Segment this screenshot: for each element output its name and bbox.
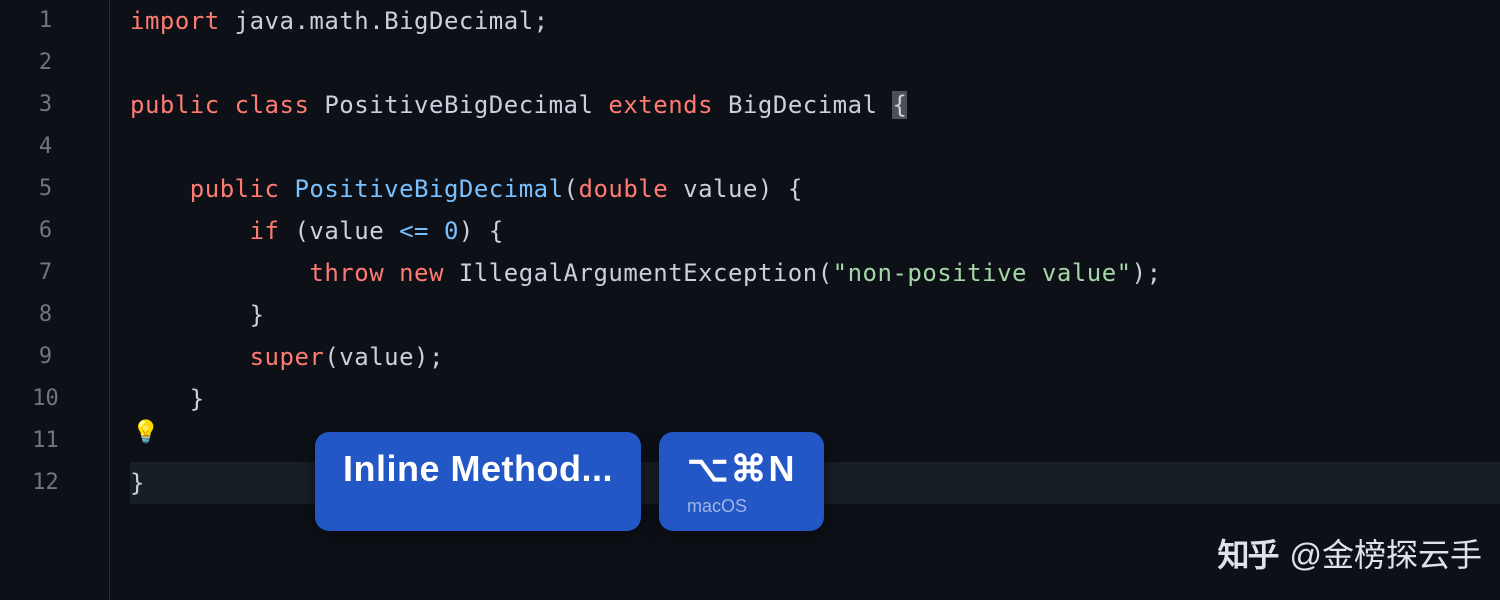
line-number: 9 [0,336,109,378]
intention-popup: Inline Method... ⌥⌘N macOS [315,432,824,531]
code-line-10[interactable]: } [130,378,1500,420]
zhihu-logo: 知乎 [1217,530,1277,576]
watermark-author: @金榜探云手 [1290,530,1483,576]
code-editor[interactable]: 1 2 3 4 5 6 7 8 9 10 11 12 import java.m… [0,0,1500,600]
intention-action-label: Inline Method... [343,448,613,490]
line-number: 3 [0,84,109,126]
line-number: 11 [0,420,109,462]
code-line-9[interactable]: super(value); [130,336,1500,378]
shortcut-badge: ⌥⌘N macOS [659,432,824,531]
code-line-2[interactable] [130,42,1500,84]
cursor: { [892,91,907,119]
shortcut-platform: macOS [687,496,796,517]
line-number: 5 [0,168,109,210]
intention-action-button[interactable]: Inline Method... [315,432,641,531]
line-number: 2 [0,42,109,84]
code-line-1[interactable]: import java.math.BigDecimal; [130,0,1500,42]
line-number: 10 [0,378,109,420]
code-body[interactable]: import java.math.BigDecimal; public clas… [110,0,1500,600]
line-number: 6 [0,210,109,252]
line-number: 1 [0,0,109,42]
line-number: 4 [0,126,109,168]
code-line-3[interactable]: public class PositiveBigDecimal extends … [130,84,1500,126]
code-line-6[interactable]: if (value <= 0) { [130,210,1500,252]
line-number-gutter: 1 2 3 4 5 6 7 8 9 10 11 12 [0,0,110,600]
code-line-5[interactable]: public PositiveBigDecimal(double value) … [130,168,1500,210]
line-number: 12 [0,462,109,504]
line-number: 7 [0,252,109,294]
code-line-7[interactable]: throw new IllegalArgumentException("non-… [130,252,1500,294]
code-line-8[interactable]: } [130,294,1500,336]
lightbulb-icon[interactable]: 💡 [132,420,159,445]
watermark: 知乎 @金榜探云手 [1217,530,1482,576]
shortcut-keys: ⌥⌘N [687,448,796,490]
line-number: 8 [0,294,109,336]
code-line-4[interactable] [130,126,1500,168]
